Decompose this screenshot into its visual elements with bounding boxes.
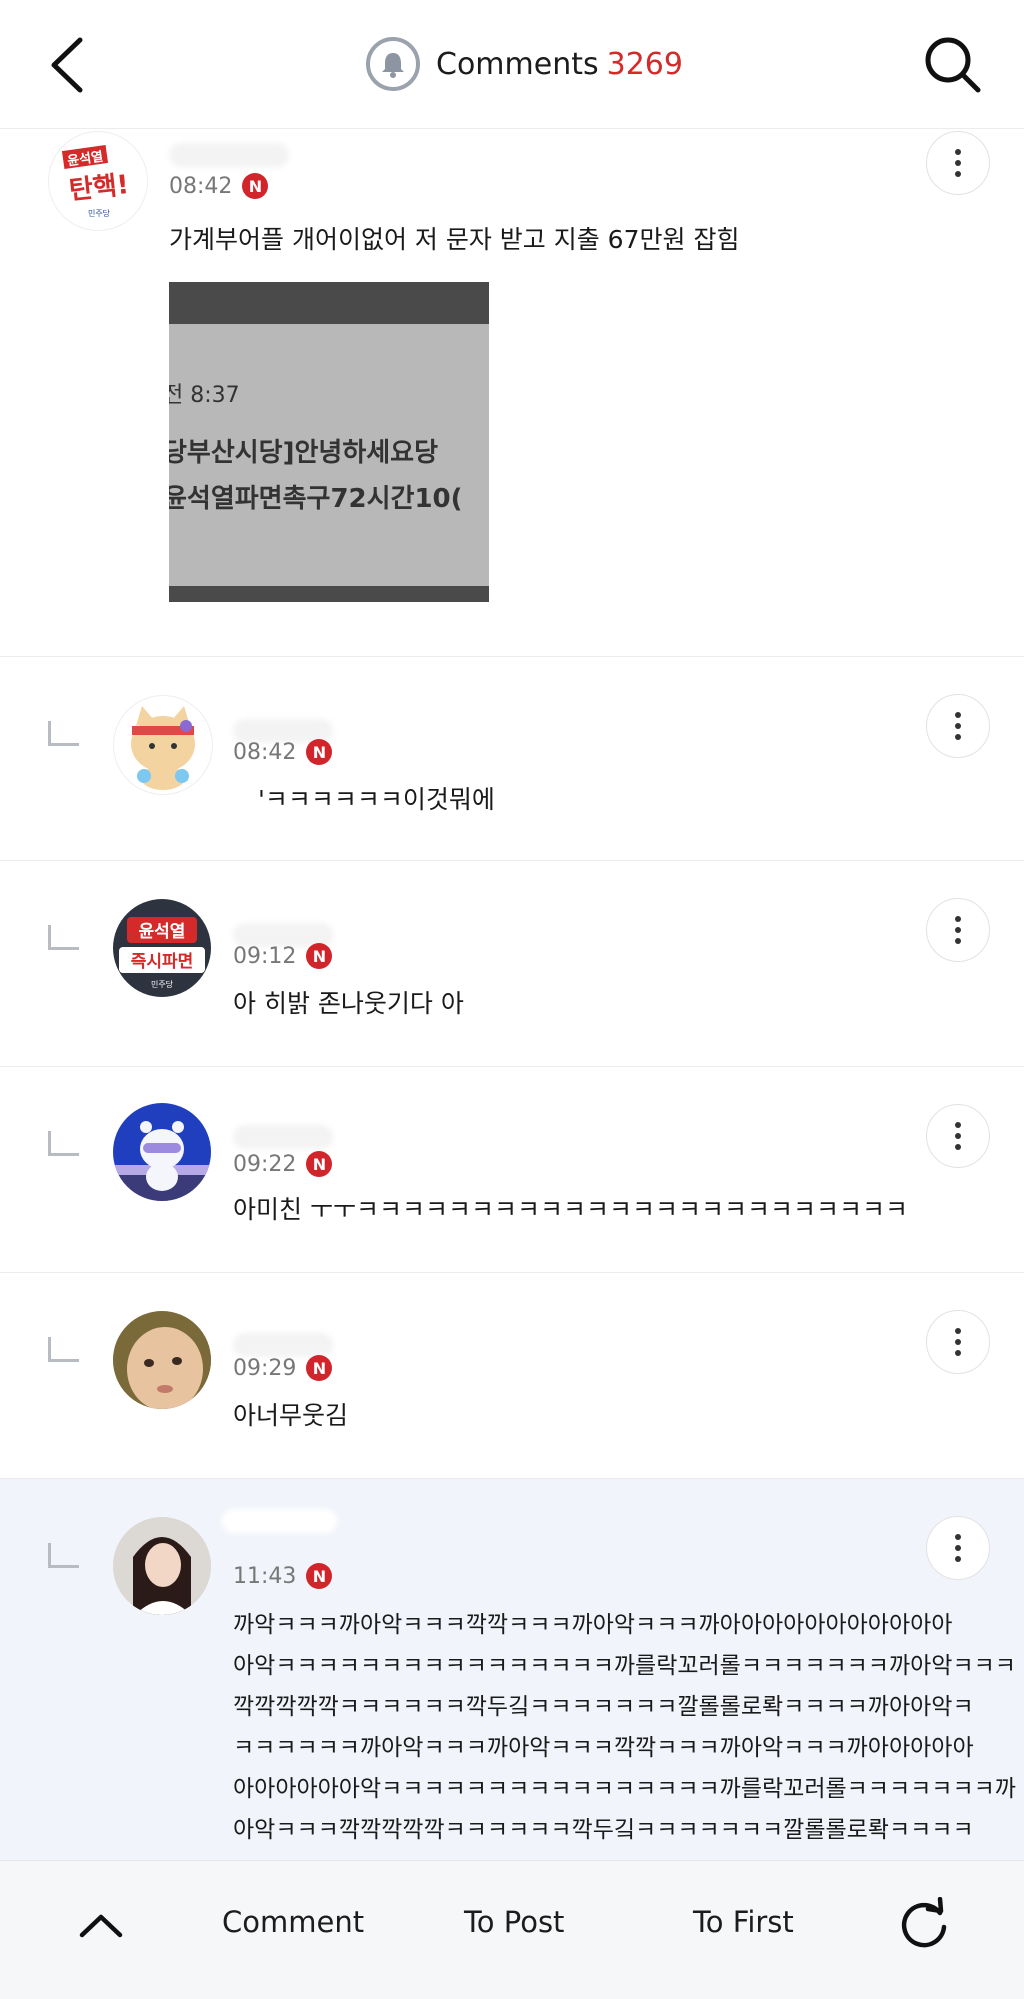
image-text-time: 전 8:37 — [169, 383, 240, 408]
comment-line: ㅋㅋㅋㅋㅋㅋ까아악ㅋㅋㅋ까아악ㅋㅋㅋ깍깍ㅋㅋㅋ까아악ㅋㅋㅋ까아아아아아 — [233, 1735, 974, 1761]
refresh-button[interactable] — [896, 1896, 952, 1953]
reply-arrow-icon — [48, 1543, 79, 1568]
time-label: 09:12 — [233, 943, 297, 969]
image-text-line-2: 윤석열파면촉구72시간10( — [169, 484, 463, 514]
comment-time: 09:22 N — [233, 1151, 333, 1177]
comment-line: 아악ㅋㅋㅋ깍깍깍깍깍ㅋㅋㅋㅋㅋㅋ깍두깈ㅋㅋㅋㅋㅋㅋㅋ깔롤롤로롹ㅋㅋㅋㅋ — [233, 1817, 974, 1843]
comment-text: 아 히밝 존나웃기다 아 — [233, 989, 464, 1018]
comment-time: 11:43 N — [233, 1563, 333, 1589]
avatar[interactable]: 윤석열 즉시파면 민주당 — [113, 899, 211, 997]
to-post-button[interactable]: To Post — [464, 1905, 564, 1939]
comment-text: 까악ㅋㅋㅋ까아악ㅋㅋㅋ깍깍ㅋㅋㅋ까아악ㅋㅋㅋ까아아아아아아아아아아아 아악ㅋㅋㅋ… — [233, 1605, 1016, 1851]
refresh-icon — [901, 1896, 947, 1948]
scroll-up-button[interactable] — [76, 1905, 126, 1945]
comment-text: 'ㅋㅋㅋㅋㅋㅋ이것뭐에 — [258, 785, 495, 814]
back-button[interactable] — [42, 30, 102, 100]
reply-item: 08:42 N 'ㅋㅋㅋㅋㅋㅋ이것뭐에 — [0, 657, 1024, 861]
more-options-button[interactable] — [926, 898, 990, 962]
reply-item: 09:22 N 아미친 ㅜㅜㅋㅋㅋㅋㅋㅋㅋㅋㅋㅋㅋㅋㅋㅋㅋㅋㅋㅋㅋㅋㅋㅋㅋㅋ — [0, 1067, 1024, 1273]
search-icon — [925, 37, 981, 93]
new-badge: N — [306, 1355, 333, 1381]
more-options-button[interactable] — [926, 1104, 990, 1168]
avatar[interactable] — [113, 1311, 211, 1409]
reply-arrow-icon — [48, 1131, 79, 1156]
search-button[interactable] — [918, 30, 988, 100]
bell-icon[interactable] — [366, 37, 420, 91]
username-blurred — [233, 1125, 333, 1149]
username-blurred — [233, 1333, 333, 1357]
avatar-text-3: 민주당 — [151, 979, 174, 989]
time-label: 08:42 — [233, 739, 297, 765]
reply-arrow-icon — [48, 721, 79, 746]
image-text-line-1: 당부산시당]안녕하세요당 — [169, 438, 439, 468]
reply-item: 윤석열 즉시파면 민주당 09:12 N 아 히밝 존나웃기다 아 — [0, 861, 1024, 1067]
time-label: 09:29 — [233, 1355, 297, 1381]
bottom-toolbar: Comment To Post To First — [0, 1860, 1024, 1999]
comment-text: 아너무웃김 — [233, 1401, 349, 1430]
comment-text: 가계부어플 개어이없어 저 문자 받고 지출 67만원 잡힘 — [169, 225, 740, 254]
more-options-button[interactable] — [926, 131, 990, 195]
avatar-text-2: 즉시파면 — [131, 952, 194, 972]
comment-button[interactable]: Comment — [222, 1905, 364, 1939]
avatar[interactable]: 윤석열 탄핵! 민주당 — [48, 131, 148, 231]
reply-item: 11:43 N 까악ㅋㅋㅋ까아악ㅋㅋㅋ깍깍ㅋㅋㅋ까아악ㅋㅋㅋ까아아아아아아아아아… — [0, 1479, 1024, 1861]
top-bar: Comments 3269 — [0, 0, 1024, 129]
title-label: Comments — [436, 46, 599, 82]
avatar[interactable] — [113, 1517, 211, 1615]
new-badge: N — [306, 943, 333, 969]
more-options-button[interactable] — [926, 694, 990, 758]
reply-arrow-icon — [48, 925, 79, 950]
attached-image[interactable]: 전 8:37 당부산시당]안녕하세요당 윤석열파면촉구72시간10( — [169, 282, 489, 602]
comment-time: 08:42 N — [169, 173, 269, 199]
time-label: 09:22 — [233, 1151, 297, 1177]
page-title: Comments 3269 — [366, 36, 683, 92]
comment-text: 아미친 ㅜㅜㅋㅋㅋㅋㅋㅋㅋㅋㅋㅋㅋㅋㅋㅋㅋㅋㅋㅋㅋㅋㅋㅋㅋㅋ — [233, 1195, 908, 1224]
new-badge: N — [306, 1151, 333, 1177]
avatar[interactable] — [113, 695, 213, 795]
avatar-text-3: 민주당 — [88, 208, 111, 218]
comment-line: 아아아아아아악ㅋㅋㅋㅋㅋㅋㅋㅋㅋㅋㅋㅋㅋㅋㅋㅋ까를락꼬러롤ㅋㅋㅋㅋㅋㅋㅋ까 — [233, 1776, 1016, 1802]
comment-time: 09:12 N — [233, 943, 333, 969]
username-blurred — [222, 1509, 337, 1533]
new-badge: N — [306, 739, 333, 765]
comment-time: 08:42 N — [233, 739, 333, 765]
reply-arrow-icon — [48, 1337, 79, 1362]
username-blurred — [169, 143, 289, 167]
new-badge: N — [242, 173, 269, 199]
new-badge: N — [306, 1563, 333, 1589]
time-label: 08:42 — [169, 173, 233, 199]
avatar[interactable] — [113, 1103, 211, 1201]
comment-line: 깍깍깍깍깍ㅋㅋㅋㅋㅋㅋ깍두깈ㅋㅋㅋㅋㅋㅋㅋ깔롤롤로롹ㅋㅋㅋㅋ까아아악ㅋ — [233, 1694, 974, 1720]
comment-line: 아악ㅋㅋㅋㅋㅋㅋㅋㅋㅋㅋㅋㅋㅋㅋㅋㅋ까를락꼬러롤ㅋㅋㅋㅋㅋㅋㅋ까아악ㅋㅋㅋ — [233, 1653, 1016, 1679]
avatar-text-1: 윤석열 — [139, 922, 186, 942]
back-arrow-icon — [51, 37, 83, 93]
chevron-up-icon — [79, 1914, 123, 1938]
comment-line: 까악ㅋㅋㅋ까아악ㅋㅋㅋ깍깍ㅋㅋㅋ까아악ㅋㅋㅋ까아아아아아아아아아아아 — [233, 1612, 953, 1638]
avatar-text-2: 탄핵! — [68, 170, 131, 206]
comment-item: 윤석열 탄핵! 민주당 08:42 N 가계부어플 개어이없어 저 문자 받고 … — [0, 129, 1024, 657]
more-options-button[interactable] — [926, 1516, 990, 1580]
to-first-button[interactable]: To First — [693, 1905, 794, 1939]
comment-time: 09:29 N — [233, 1355, 333, 1381]
comment-count: 3269 — [606, 46, 683, 82]
reply-item: 09:29 N 아너무웃김 — [0, 1273, 1024, 1479]
more-options-button[interactable] — [926, 1310, 990, 1374]
time-label: 11:43 — [233, 1563, 297, 1589]
